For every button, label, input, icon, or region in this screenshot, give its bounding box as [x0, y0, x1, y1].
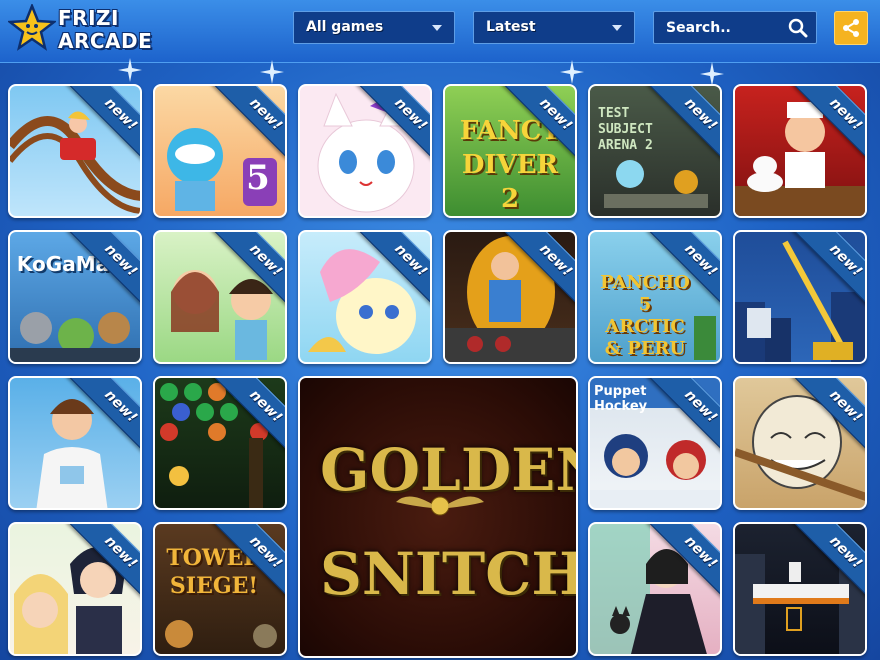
- site-logo[interactable]: FRIZI ARCADE: [8, 4, 178, 58]
- game-tile-crane-city[interactable]: new!: [733, 230, 867, 364]
- game-tile-pancho-5[interactable]: PANCHO 5 ARCTIC & PERU new!: [588, 230, 722, 364]
- chevron-down-icon: [432, 25, 442, 31]
- sort-dropdown[interactable]: Latest: [473, 11, 635, 44]
- game-tile-chef-cake[interactable]: new!: [733, 84, 867, 218]
- chevron-down-icon: [612, 25, 622, 31]
- game-tile-boy-dressup[interactable]: new!: [8, 376, 142, 510]
- logo-line-2: ARCADE: [58, 29, 153, 53]
- search-input[interactable]: [654, 12, 782, 43]
- game-tile-test-subject-arena-2[interactable]: TEST SUBJECT ARENA 2 new!: [588, 84, 722, 218]
- sparkle-icon: [560, 60, 584, 84]
- star-logo-icon: [8, 4, 56, 51]
- game-tile-tower-siege[interactable]: TOWER SIEGE! new!: [153, 522, 287, 656]
- game-tile-bubble-forest[interactable]: new!: [153, 376, 287, 510]
- share-button[interactable]: [834, 11, 868, 45]
- game-tile-ski-five[interactable]: 5 new!: [153, 84, 287, 218]
- game-tile-kids-in-love[interactable]: new!: [153, 230, 287, 364]
- logo-line-1: FRIZI: [58, 6, 119, 30]
- game-tile-golden-snitch[interactable]: GOLDEN SNITCH: [298, 376, 578, 658]
- search-icon[interactable]: [788, 18, 808, 38]
- tile-title: 5: [246, 158, 270, 198]
- tile-title: GOLDEN SNITCH: [320, 436, 578, 608]
- games-filter-dropdown[interactable]: All games: [293, 11, 455, 44]
- sparkle-icon: [260, 60, 284, 84]
- game-tile-puppet-hockey[interactable]: Puppet Hockey new!: [588, 376, 722, 510]
- game-tile-pony[interactable]: new!: [298, 230, 432, 364]
- search-box: [653, 11, 817, 44]
- game-tile-kogama[interactable]: KoGaMa new!: [8, 230, 142, 364]
- sort-label: Latest: [486, 19, 536, 35]
- games-filter-label: All games: [306, 19, 384, 35]
- sparkle-icon: [118, 58, 142, 82]
- game-tile-rollercoaster[interactable]: new!: [8, 84, 142, 218]
- game-tile-anime-couple[interactable]: new!: [8, 522, 142, 656]
- game-tile-fancy-diver-2[interactable]: FANCY DIVER 2 new!: [443, 84, 577, 218]
- sparkle-icon: [700, 62, 724, 86]
- header-bar: FRIZI ARCADE All games Latest: [0, 0, 880, 63]
- game-tile-cooking-lady[interactable]: new!: [443, 230, 577, 364]
- game-tile-dark-platformer[interactable]: new!: [733, 522, 867, 656]
- share-icon: [843, 19, 859, 37]
- game-tile-kitten[interactable]: new!: [298, 84, 432, 218]
- game-tile-witch-girl-cat[interactable]: new!: [588, 522, 722, 656]
- game-tile-troll-face[interactable]: new!: [733, 376, 867, 510]
- tile-title: FANCY DIVER 2: [459, 116, 561, 214]
